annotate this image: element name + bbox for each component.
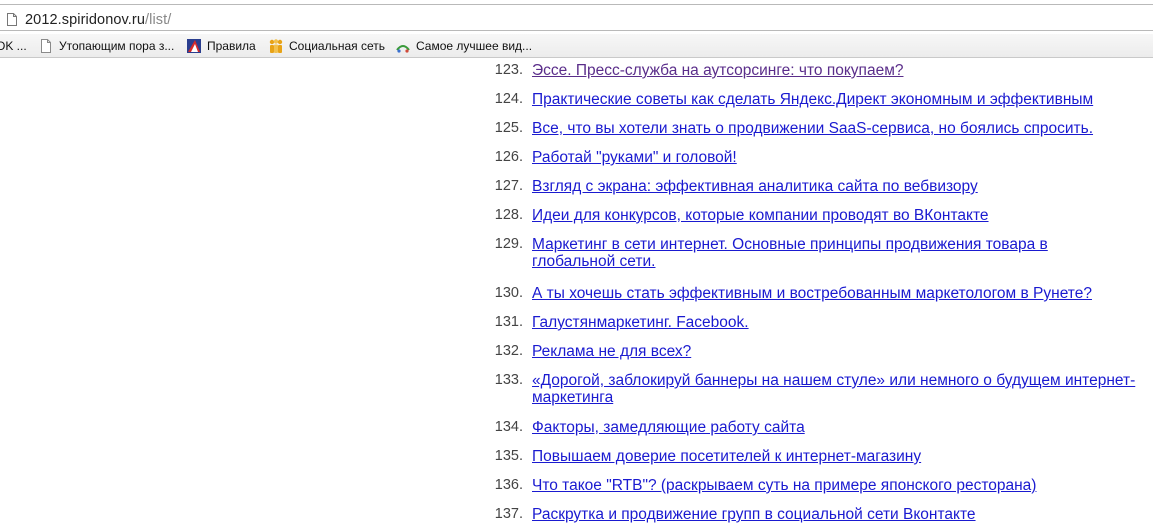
item-number: 133. [494,372,523,388]
article-link[interactable]: Что такое "RTB"? (раскрываем суть на при… [532,477,1137,494]
article-link-line: Взгляд с экрана: эффективная аналитика с… [532,178,978,195]
article-link[interactable]: А ты хочешь стать эффективным и востребо… [532,285,1137,302]
bookmark-label: OK ... [0,39,27,53]
article-link-line: Раскрутка и продвижение групп в социальн… [532,506,976,523]
article-link-line: А ты хочешь стать эффективным и востребо… [532,285,1092,302]
item-number: 131. [494,314,523,330]
article-link-line: Все, что вы хотели знать о продвижении S… [532,120,1094,137]
article-link-line: Что такое "RTB"? (раскрываем суть на при… [532,477,1037,494]
article-list: 123. Эссе. Пресс-служба на аутсорсинге: ч… [0,58,1153,528]
bookmark-label: Утопающим пора з... [59,39,175,53]
brand-icon [187,39,201,53]
item-number: 137. [494,506,523,522]
page-icon [41,39,51,53]
item-number: 136. [494,477,523,493]
page-icon [7,13,17,26]
bookmark-drowning[interactable]: Утопающим пора з... [38,37,174,55]
bookmark-rules[interactable]: Правила [186,37,256,55]
article-link[interactable]: Факторы, замедляющие работу сайта [532,419,1137,436]
item-number: 129. [494,236,523,252]
item-number: 134. [494,419,523,435]
article-link-line: Реклама не для всех? [532,343,692,360]
item-number: 125. [494,120,523,136]
article-link[interactable]: «Дорогой, заблокируй баннеры на нашем ст… [532,372,1137,406]
bookmarks-bar: OK ... Утопающим пора з... Правила Социа… [0,34,1153,58]
item-number: 128. [494,207,523,223]
article-link[interactable]: Маркетинг в сети интернет. Основные прин… [532,236,1137,270]
article-link[interactable]: Взгляд с экрана: эффективная аналитика с… [532,178,1137,195]
url-path: /list/ [145,12,172,28]
article-link-line: Факторы, замедляющие работу сайта [532,419,805,436]
url-host: 2012.spiridonov.ru [25,12,146,28]
article-link-line: Маркетинг в сети интернет. Основные прин… [532,236,1048,253]
item-number: 123. [494,62,523,78]
url-text: 2012.spiridonov.ru/list/ [25,12,171,28]
bookmark-best-video[interactable]: Самое лучшее вид... [395,37,532,55]
article-link[interactable]: Идеи для конкурсов, которые компании про… [532,207,1137,224]
article-link-line: Галустянмаркетинг. Facebook. [532,314,749,331]
url-field[interactable]: 2012.spiridonov.ru/list/ [0,4,1153,31]
article-link[interactable]: Эссе. Пресс-служба на аутсорсинге: что п… [532,62,1137,79]
article-link-line: Эссе. Пресс-служба на аутсорсинге: что п… [532,62,904,79]
bookmark-label: Правила [207,39,256,53]
article-link[interactable]: Повышаем доверие посетителей к интернет-… [532,448,1137,465]
bookmark-label: Социальная сеть [289,39,385,53]
article-link-line: глобальной сети. [532,253,656,270]
article-link[interactable]: Практические советы как сделать Яндекс.Д… [532,91,1137,108]
article-link[interactable]: Галустянмаркетинг. Facebook. [532,314,1137,331]
bookmark-social[interactable]: Социальная сеть [268,37,385,55]
item-number: 124. [494,91,523,107]
item-number: 130. [494,285,523,301]
bookmark-ok[interactable]: OK ... [0,37,27,55]
article-link[interactable]: Работай "руками" и головой! [532,149,1137,166]
item-number: 132. [494,343,523,359]
site-icon [396,45,410,53]
article-link[interactable]: Все, что вы хотели знать о продвижении S… [532,120,1137,137]
item-number: 135. [494,448,523,464]
people-icon [269,39,283,53]
article-link[interactable]: Реклама не для всех? [532,343,1137,360]
item-number: 126. [494,149,523,165]
article-link[interactable]: Раскрутка и продвижение групп в социальн… [532,506,1137,523]
bookmark-label: Самое лучшее вид... [416,39,533,53]
browser-address-bar: 2012.spiridonov.ru/list/ [0,0,1153,34]
article-link-line: Идеи для конкурсов, которые компании про… [532,207,989,224]
article-link-line: «Дорогой, заблокируй баннеры на нашем ст… [532,372,1136,389]
article-link-line: Практические советы как сделать Яндекс.Д… [532,91,1094,108]
article-link-line: маркетинга [532,389,614,406]
article-link-line: Работай "руками" и головой! [532,149,737,166]
item-number: 127. [494,178,523,194]
article-link-line: Повышаем доверие посетителей к интернет-… [532,448,922,465]
